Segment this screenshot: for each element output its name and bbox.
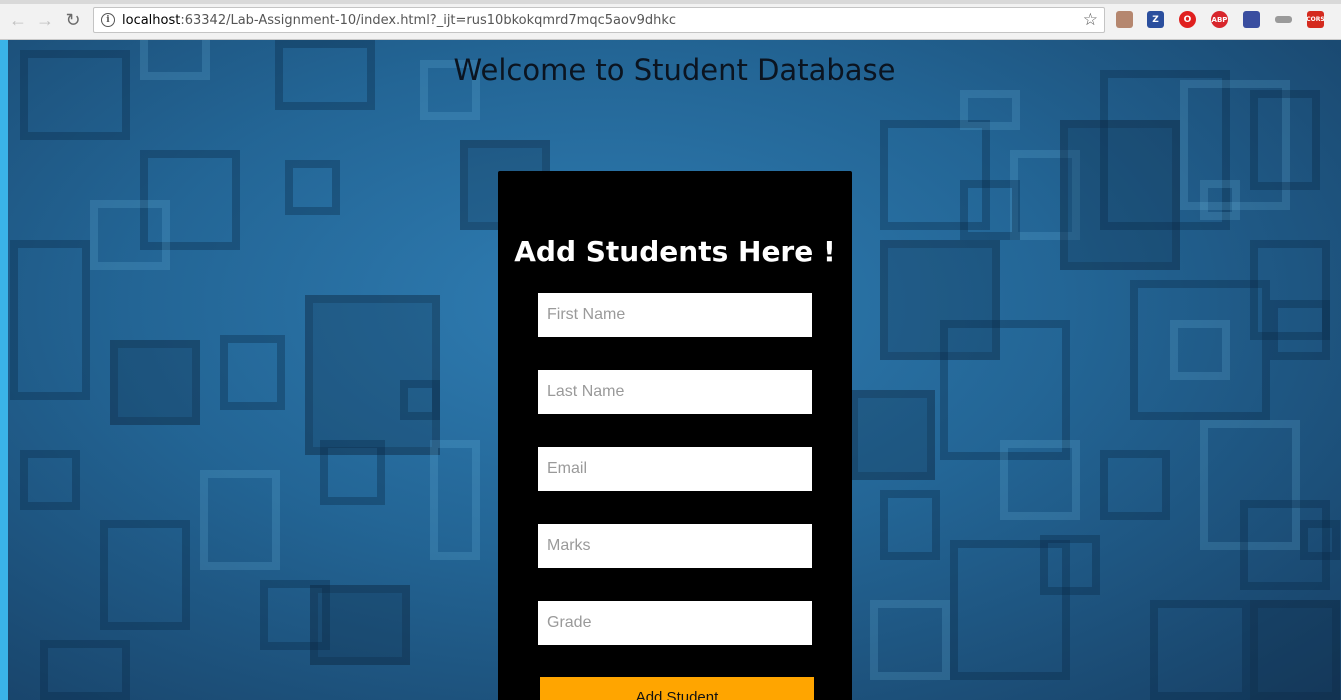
- background-square: [110, 340, 200, 425]
- opera-extension-icon[interactable]: O: [1179, 11, 1196, 28]
- address-bar[interactable]: i localhost:63342/Lab-Assignment-10/inde…: [93, 7, 1105, 33]
- arrow-right-icon: →: [36, 9, 54, 30]
- back-button[interactable]: ←: [7, 9, 29, 31]
- info-icon[interactable]: i: [101, 13, 115, 27]
- last-name-input[interactable]: [538, 370, 812, 414]
- reload-button[interactable]: ↻: [62, 9, 84, 31]
- marks-input[interactable]: [538, 524, 812, 568]
- arrow-left-icon: ←: [9, 9, 27, 30]
- grade-input[interactable]: [538, 601, 812, 645]
- gray-extension-icon[interactable]: [1275, 16, 1292, 23]
- background-square: [220, 335, 285, 410]
- background-square: [1200, 180, 1240, 220]
- pdf-extension-icon[interactable]: [1116, 11, 1133, 28]
- cors-extension-icon[interactable]: CORS: [1306, 11, 1325, 28]
- tab-strip: [0, 0, 1341, 4]
- background-square: [1250, 90, 1320, 190]
- background-square: [870, 600, 950, 680]
- background-square: [200, 470, 280, 570]
- reload-icon: ↻: [65, 9, 81, 30]
- url-host: localhost: [122, 12, 181, 28]
- background-square: [320, 440, 385, 505]
- background-square: [1040, 535, 1100, 595]
- background-square: [1100, 450, 1170, 520]
- background-square: [100, 520, 190, 630]
- email-input[interactable]: [538, 447, 812, 491]
- background-square: [310, 585, 410, 665]
- flag-extension-icon[interactable]: [1243, 11, 1260, 28]
- background-square: [10, 240, 90, 400]
- background-square: [960, 90, 1020, 130]
- add-student-button[interactable]: Add Student: [540, 677, 814, 700]
- forward-button[interactable]: →: [34, 9, 56, 31]
- background-square: [400, 380, 440, 420]
- background-square: [1300, 520, 1340, 560]
- first-name-input[interactable]: [538, 293, 812, 337]
- bookmark-star-icon[interactable]: ☆: [1083, 10, 1098, 30]
- browser-toolbar: ← → ↻ i localhost:63342/Lab-Assignment-1…: [0, 0, 1341, 40]
- background-square: [1000, 440, 1080, 520]
- url-path: :63342/Lab-Assignment-10/index.html?_ijt…: [180, 12, 677, 28]
- add-student-form: Add Students Here ! Add Student: [498, 171, 852, 700]
- background-square: [960, 180, 1020, 240]
- background-square: [880, 490, 940, 560]
- background-square: [1270, 300, 1330, 360]
- page-title: Welcome to Student Database: [453, 53, 896, 87]
- background-square: [430, 440, 480, 560]
- background-square: [1170, 320, 1230, 380]
- left-edge-strip: [0, 40, 8, 700]
- background-square: [90, 200, 170, 270]
- background-square: [305, 295, 440, 455]
- adblock-extension-icon[interactable]: ABP: [1211, 11, 1228, 28]
- background-square: [1150, 600, 1250, 700]
- page-body: Welcome to Student Database Add Students…: [0, 40, 1341, 700]
- form-title: Add Students Here !: [514, 235, 836, 268]
- background-square: [20, 450, 80, 510]
- background-square: [40, 640, 130, 700]
- background-square: [940, 320, 1070, 460]
- zotero-extension-icon[interactable]: Z: [1147, 11, 1164, 28]
- background-square: [850, 390, 935, 480]
- background-square: [285, 160, 340, 215]
- background-square: [1250, 600, 1340, 700]
